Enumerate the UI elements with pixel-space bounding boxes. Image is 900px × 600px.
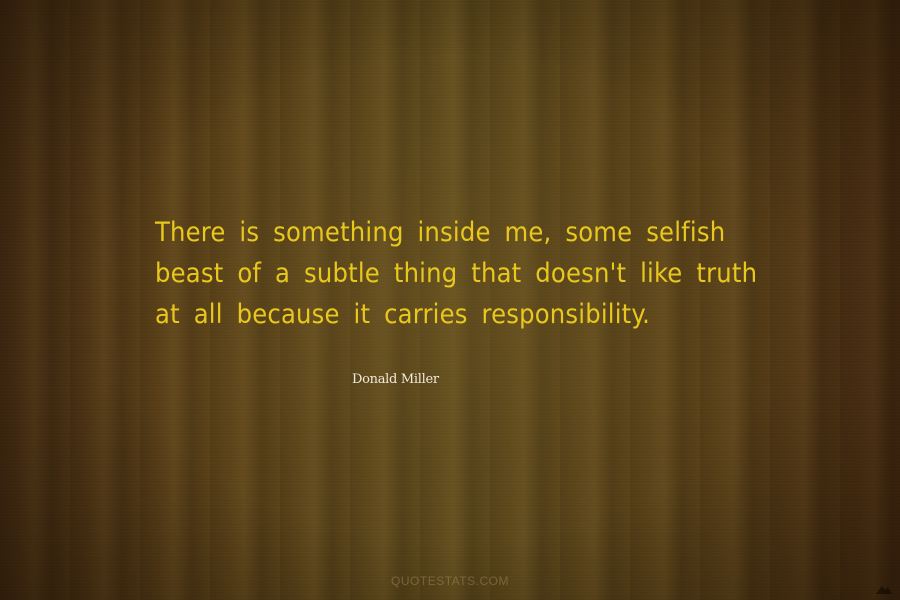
site-watermark: QUOTESTATS.COM <box>391 574 509 588</box>
quote-line: beast of a subtle thing that doesn't lik… <box>155 258 758 289</box>
quote-line: at all because it carries responsibility… <box>155 299 651 330</box>
author-name: Donald Miller <box>352 372 439 387</box>
corner-logo-icon <box>876 586 892 594</box>
quote-line: There is something inside me, some selfi… <box>155 217 726 248</box>
quote-text: There is something inside me, some selfi… <box>155 212 775 335</box>
